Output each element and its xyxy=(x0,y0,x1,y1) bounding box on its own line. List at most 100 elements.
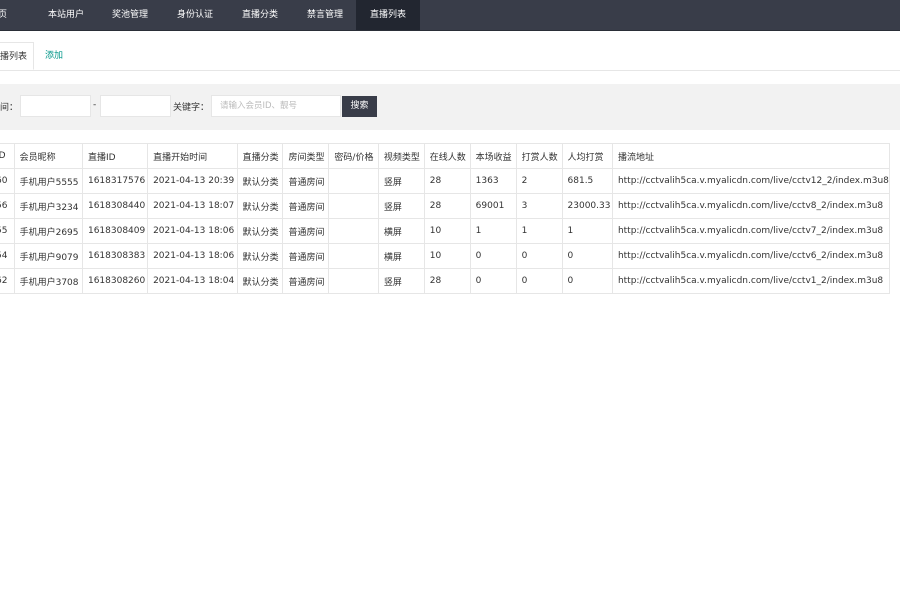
col-header-video-type: 视频类型 xyxy=(377,143,425,169)
cell-live-id: 1618308440 xyxy=(81,193,149,219)
cell-start-time: 2021-04-13 18:06 xyxy=(147,218,238,244)
nav-item-live-category[interactable]: 直播分类 xyxy=(242,0,278,30)
cell-online: 10 xyxy=(423,243,471,269)
cell-online: 28 xyxy=(423,193,471,219)
col-header-stream-url: 播流地址 xyxy=(611,143,891,169)
col-header-category: 直播分类 xyxy=(236,143,284,169)
cell-id: 56 xyxy=(0,193,15,219)
cell-category: 默认分类 xyxy=(236,218,284,244)
nav-item-live-list[interactable]: 直播列表 xyxy=(356,0,420,30)
col-header-income: 本场收益 xyxy=(469,143,517,169)
end-time-input[interactable] xyxy=(100,95,171,117)
cell-start-time: 2021-04-13 20:39 xyxy=(147,168,238,194)
top-nav: 页 本站用户 奖池管理 身份认证 直播分类 禁言管理 直播列表 xyxy=(0,0,900,31)
cell-id: 62 xyxy=(0,268,15,294)
cell-avg-tip: 0 xyxy=(561,243,613,269)
col-header-online: 在线人数 xyxy=(423,143,471,169)
cell-video-type: 竖屏 xyxy=(377,168,425,194)
keyword-input[interactable]: 请输入会员ID、靓号 xyxy=(211,95,341,117)
cell-stream-url: http://cctvalih5ca.v.myalicdn.com/live/c… xyxy=(611,243,891,269)
cell-nickname: 手机用户2695 xyxy=(13,218,83,244)
tab-live-list[interactable]: 播列表 xyxy=(0,42,34,70)
cell-income: 69001 xyxy=(469,193,517,219)
range-separator: - xyxy=(93,100,97,110)
cell-nickname: 手机用户9079 xyxy=(13,243,83,269)
cell-nickname: 手机用户3708 xyxy=(13,268,83,294)
cell-room-type: 普通房间 xyxy=(282,243,330,269)
cell-password-price xyxy=(328,168,379,194)
cell-video-type: 横屏 xyxy=(377,218,425,244)
col-header-avg-tip: 人均打赏 xyxy=(561,143,613,169)
col-header-start-time: 直播开始时间 xyxy=(147,143,238,169)
cell-avg-tip: 681.5 xyxy=(561,168,613,194)
cell-start-time: 2021-04-13 18:07 xyxy=(147,193,238,219)
col-header-password-price: 密码/价格 xyxy=(328,143,379,169)
nav-item-prize-pool[interactable]: 奖池管理 xyxy=(112,0,148,30)
cell-avg-tip: 23000.33 xyxy=(561,193,613,219)
cell-live-id: 1618308260 xyxy=(81,268,149,294)
cell-income: 0 xyxy=(469,243,517,269)
cell-online: 28 xyxy=(423,268,471,294)
cell-start-time: 2021-04-13 18:06 xyxy=(147,243,238,269)
start-time-input[interactable] xyxy=(20,95,91,117)
cell-tippers: 2 xyxy=(515,168,563,194)
cell-room-type: 普通房间 xyxy=(282,268,330,294)
col-header-nickname: 会员昵称 xyxy=(13,143,83,169)
tab-add[interactable]: 添加 xyxy=(45,42,63,70)
cell-category: 默认分类 xyxy=(236,193,284,219)
nav-item-identity[interactable]: 身份认证 xyxy=(177,0,213,30)
table-row: 54 手机用户9079 1618308383 2021-04-13 18:06 … xyxy=(0,243,891,269)
cell-password-price xyxy=(328,243,379,269)
filter-bar: 间： - 关键字： 请输入会员ID、靓号 搜索 xyxy=(0,84,900,130)
cell-stream-url: http://cctvalih5ca.v.myalicdn.com/live/c… xyxy=(611,268,891,294)
cell-nickname: 手机用户5555 xyxy=(13,168,83,194)
nav-item-mute[interactable]: 禁言管理 xyxy=(307,0,343,30)
cell-room-type: 普通房间 xyxy=(282,168,330,194)
cell-stream-url: http://cctvalih5ca.v.myalicdn.com/live/c… xyxy=(611,193,891,219)
cell-category: 默认分类 xyxy=(236,168,284,194)
keyword-label: 关键字： xyxy=(173,103,210,113)
cell-category: 默认分类 xyxy=(236,268,284,294)
cell-tippers: 0 xyxy=(515,268,563,294)
col-header-room-type: 房间类型 xyxy=(282,143,330,169)
cell-avg-tip: 0 xyxy=(561,268,613,294)
table-header-row: ID 会员昵称 直播ID 直播开始时间 直播分类 房间类型 密码/价格 视频类型… xyxy=(0,143,891,169)
cell-id: 54 xyxy=(0,243,15,269)
cell-room-type: 普通房间 xyxy=(282,218,330,244)
cell-tippers: 3 xyxy=(515,193,563,219)
cell-id: 55 xyxy=(0,218,15,244)
cell-online: 10 xyxy=(423,218,471,244)
cell-room-type: 普通房间 xyxy=(282,193,330,219)
cell-start-time: 2021-04-13 18:04 xyxy=(147,268,238,294)
col-header-tippers: 打赏人数 xyxy=(515,143,563,169)
cell-stream-url: http://cctvalih5ca.v.myalicdn.com/live/c… xyxy=(611,168,891,194)
cell-income: 1 xyxy=(469,218,517,244)
col-header-id: ID xyxy=(0,143,15,169)
col-header-live-id: 直播ID xyxy=(81,143,149,169)
search-button[interactable]: 搜索 xyxy=(342,96,377,117)
cell-stream-url: http://cctvalih5ca.v.myalicdn.com/live/c… xyxy=(611,218,891,244)
cell-income: 1363 xyxy=(469,168,517,194)
cell-online: 28 xyxy=(423,168,471,194)
cell-password-price xyxy=(328,268,379,294)
table-row: 60 手机用户5555 1618317576 2021-04-13 20:39 … xyxy=(0,168,891,194)
tab-bar: 播列表 添加 xyxy=(0,42,900,71)
cell-video-type: 竖屏 xyxy=(377,268,425,294)
cell-tippers: 0 xyxy=(515,243,563,269)
cell-income: 0 xyxy=(469,268,517,294)
cell-video-type: 竖屏 xyxy=(377,193,425,219)
cell-live-id: 1618317576 xyxy=(81,168,149,194)
nav-item-users[interactable]: 本站用户 xyxy=(48,0,84,30)
table-row: 55 手机用户2695 1618308409 2021-04-13 18:06 … xyxy=(0,218,891,244)
cell-password-price xyxy=(328,218,379,244)
cell-avg-tip: 1 xyxy=(561,218,613,244)
table-row: 62 手机用户3708 1618308260 2021-04-13 18:04 … xyxy=(0,268,891,294)
cell-live-id: 1618308383 xyxy=(81,243,149,269)
cell-tippers: 1 xyxy=(515,218,563,244)
live-table: ID 会员昵称 直播ID 直播开始时间 直播分类 房间类型 密码/价格 视频类型… xyxy=(0,143,891,294)
nav-item-home[interactable]: 页 xyxy=(0,0,7,30)
cell-category: 默认分类 xyxy=(236,243,284,269)
cell-video-type: 横屏 xyxy=(377,243,425,269)
time-label: 间： xyxy=(0,103,19,113)
table-row: 56 手机用户3234 1618308440 2021-04-13 18:07 … xyxy=(0,193,891,219)
